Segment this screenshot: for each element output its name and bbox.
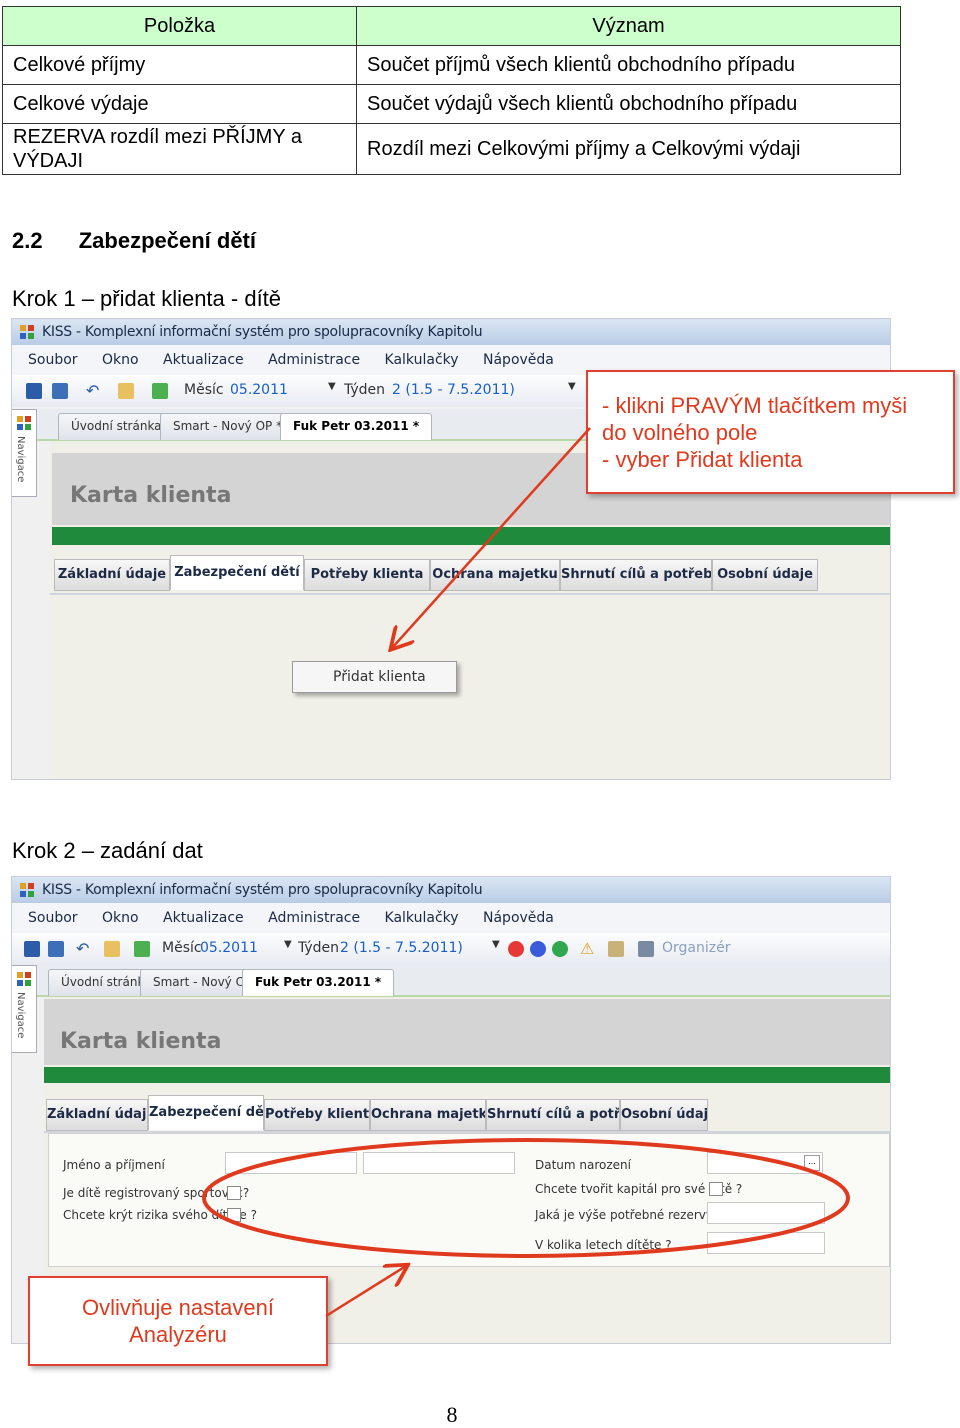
- highlight-ellipse: [202, 1138, 850, 1258]
- arrow-to-context-menu: [392, 427, 591, 648]
- arrow-to-ellipse: [325, 1266, 406, 1318]
- annotation-overlay: [202, 427, 850, 1318]
- page-number: 8: [446, 1402, 458, 1427]
